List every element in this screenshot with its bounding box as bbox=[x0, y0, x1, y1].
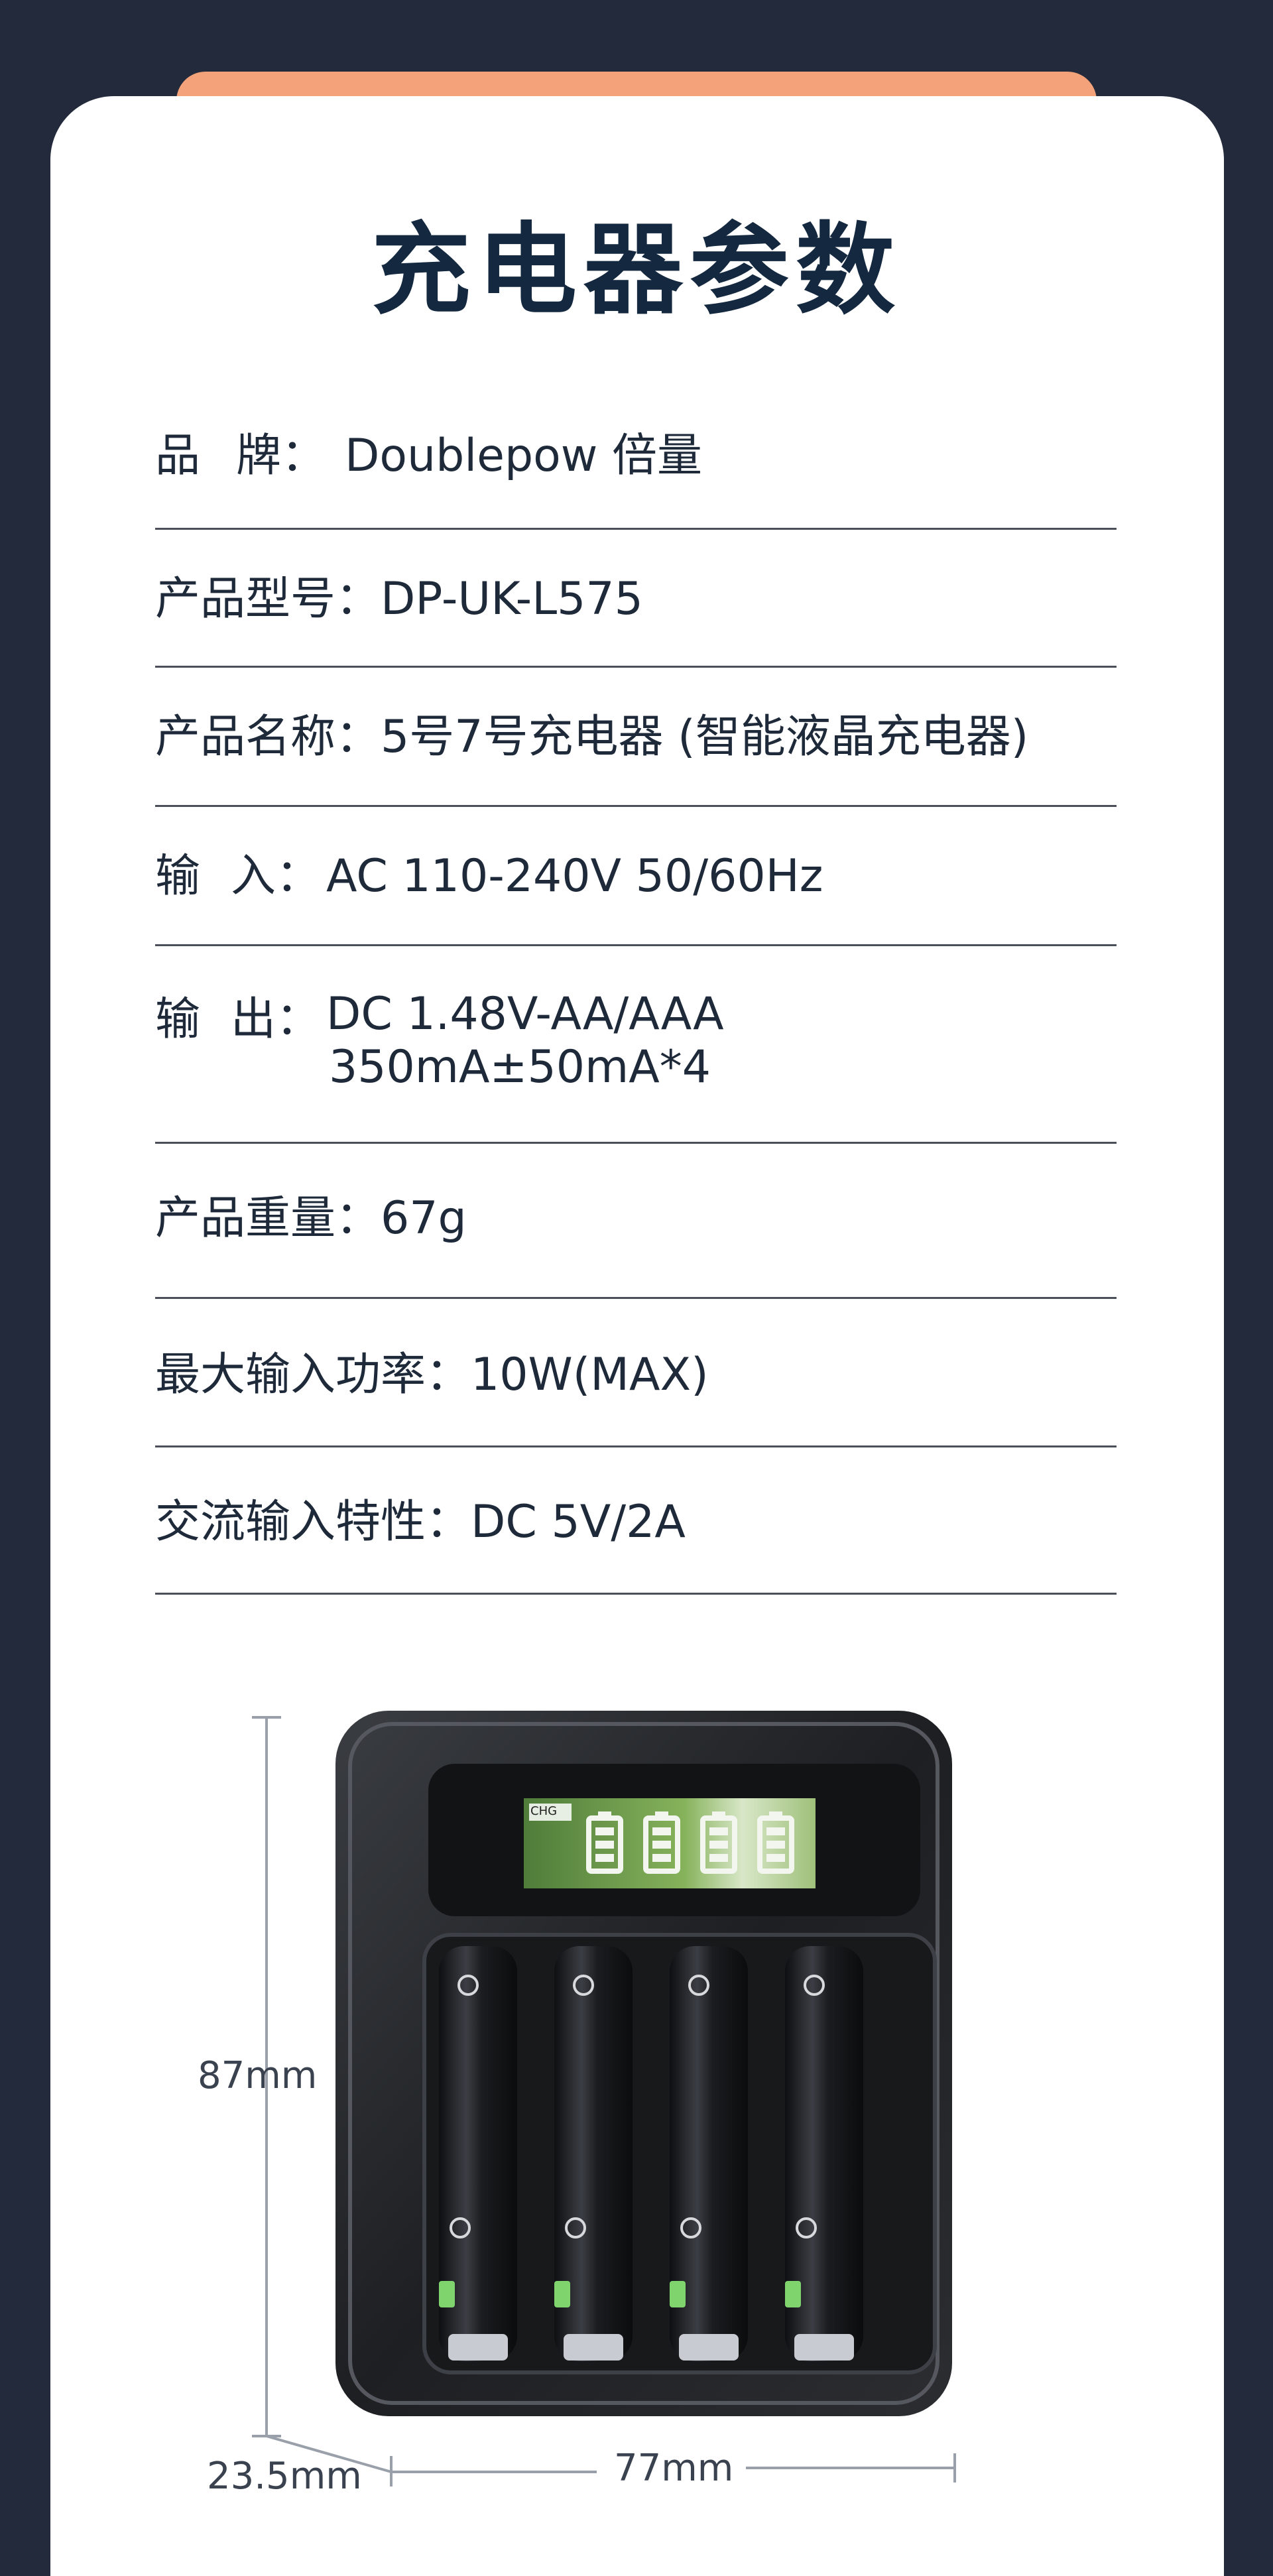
spec-row-max-power: 最大输入功率：10W(MAX) bbox=[155, 1343, 1117, 1407]
dimension-height-label: 87mm bbox=[198, 2054, 318, 2097]
divider bbox=[155, 1445, 1117, 1447]
divider bbox=[155, 1593, 1117, 1595]
page-title: 充电器参数 bbox=[371, 213, 902, 328]
spec-value: DC 1.48V-AA/AAA 350mA±50mA*4 bbox=[326, 988, 724, 1093]
divider bbox=[155, 1142, 1117, 1144]
spec-row-input: 输 入： AC 110-240V 50/60Hz bbox=[155, 845, 1117, 908]
spec-value: DP-UK-L575 bbox=[381, 573, 643, 625]
divider bbox=[155, 805, 1117, 807]
spec-label: 产品重量： bbox=[155, 1192, 381, 1245]
spec-label: 最大输入功率： bbox=[155, 1349, 471, 1401]
dimension-depth-label: 23.5mm bbox=[207, 2455, 362, 2498]
spec-label: 交流输入特性： bbox=[155, 1496, 471, 1548]
spec-label: 输 出： bbox=[155, 993, 321, 1046]
divider bbox=[155, 944, 1117, 946]
spec-label: 输 入： bbox=[155, 850, 321, 902]
dimension-width-label: 77mm bbox=[614, 2447, 734, 2490]
spec-row-brand: 品 牌： Doublepow 倍量 bbox=[155, 424, 1117, 488]
lcd-chg-label: CHG bbox=[530, 1804, 558, 1818]
spec-label: 产品型号： bbox=[155, 573, 381, 625]
spec-row-output: 输 出： DC 1.48V-AA/AAA 350mA±50mA*4 bbox=[155, 988, 1117, 1094]
spec-value: 67g bbox=[381, 1192, 467, 1245]
spec-row-ac-input: 交流输入特性：DC 5V/2A bbox=[155, 1491, 1117, 1554]
spec-value: Doublepow 倍量 bbox=[345, 430, 702, 482]
spec-label: 产品名称： bbox=[155, 711, 381, 763]
spec-row-model: 产品型号：DP-UK-L575 bbox=[155, 568, 1117, 631]
spec-value: 10W(MAX) bbox=[471, 1349, 709, 1401]
divider bbox=[155, 1297, 1117, 1299]
divider bbox=[155, 528, 1117, 530]
spec-label: 品 牌： bbox=[155, 430, 326, 482]
spec-row-name: 产品名称：5号7号充电器 (智能液晶充电器) bbox=[155, 705, 1117, 769]
spec-value: 5号7号充电器 (智能液晶充电器) bbox=[381, 711, 1029, 763]
spec-row-weight: 产品重量：67g bbox=[155, 1187, 1117, 1251]
spec-value: DC 5V/2A bbox=[471, 1496, 686, 1548]
spec-value: AC 110-240V 50/60Hz bbox=[326, 850, 823, 902]
divider bbox=[155, 666, 1117, 668]
